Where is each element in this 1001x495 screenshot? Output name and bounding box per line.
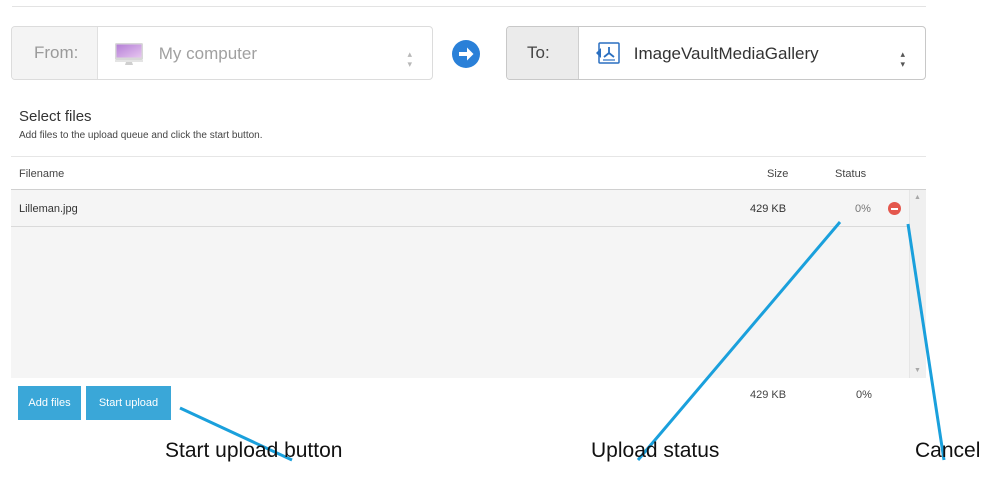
callout-line-upload-status (636, 221, 842, 461)
callout-cancel: Cancel (915, 439, 981, 462)
annotation-lines (179, 221, 946, 462)
callout-start-upload: Start upload button (165, 439, 343, 462)
callout-line-cancel (906, 223, 946, 461)
callout-upload-status: Upload status (591, 439, 720, 462)
